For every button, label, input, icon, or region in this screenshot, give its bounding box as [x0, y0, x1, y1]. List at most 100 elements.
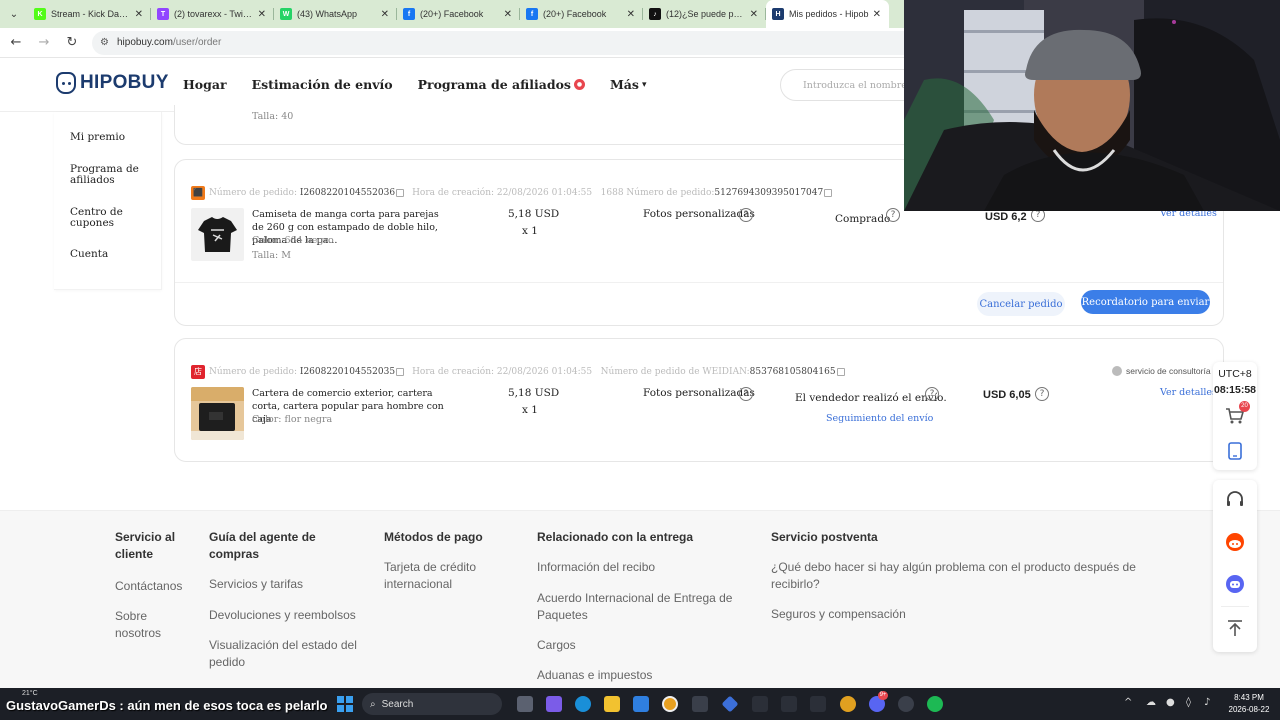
tab-search-chevron-icon[interactable]: ⌄	[0, 0, 28, 28]
nav-more[interactable]: Más ▾	[610, 77, 647, 92]
back-arrow-icon[interactable]: ←	[4, 31, 28, 55]
spotify-icon[interactable]	[927, 696, 943, 712]
browser-tab[interactable]: ♪ (12)¿Se puede perde ✕	[643, 0, 766, 28]
copy-icon[interactable]	[824, 189, 833, 197]
footer-link[interactable]: Cargos	[537, 637, 737, 654]
app-icon[interactable]	[840, 696, 856, 712]
tab-favicon-icon: ♪	[649, 8, 661, 20]
edge-icon[interactable]	[575, 696, 591, 712]
footer-link[interactable]: Tarjeta de crédito internacional	[384, 559, 504, 593]
footer-link[interactable]: Sobre nosotros	[115, 608, 195, 642]
tool-icon[interactable]	[781, 696, 797, 712]
microphone-icon[interactable]: ●	[1166, 697, 1175, 708]
mobile-app-button[interactable]	[1213, 440, 1257, 462]
back-to-top-button[interactable]	[1213, 616, 1257, 640]
help-icon[interactable]: ?	[1035, 387, 1049, 401]
sidebar-item-account[interactable]: Cuenta	[70, 249, 150, 260]
file-explorer-icon[interactable]	[604, 696, 620, 712]
sidebar-item-prizes[interactable]: Mi premio	[70, 132, 150, 143]
site-settings-icon[interactable]: ⚙	[100, 37, 109, 48]
hot-badge-icon: ●	[573, 79, 585, 90]
main-nav: Hogar Estimación de envío Programa de af…	[183, 77, 671, 92]
network-icon[interactable]: ◊	[1186, 697, 1191, 708]
order-status: Comprado	[835, 213, 891, 225]
tab-close-icon[interactable]: ✕	[258, 9, 266, 20]
url-field[interactable]: ⚙ hipobuy.com/user/order	[92, 30, 952, 55]
stream-chat-overlay: GustavoGamerDs : aún men de esos toca es…	[6, 698, 328, 713]
forward-arrow-icon[interactable]: →	[32, 31, 56, 55]
tab-close-icon[interactable]: ✕	[627, 9, 635, 20]
tab-close-icon[interactable]: ✕	[750, 9, 758, 20]
outlook-icon[interactable]	[633, 696, 649, 712]
sidebar-item-affiliate[interactable]: Programa de afiliados	[70, 164, 150, 186]
cloud-icon[interactable]: ☁	[1146, 697, 1156, 708]
volume-icon[interactable]: ♪	[1204, 697, 1210, 708]
tab-close-icon[interactable]: ✕	[504, 9, 512, 20]
browser-tab[interactable]: f (20+) Facebook ✕	[520, 0, 643, 28]
apps-grid-icon[interactable]	[752, 696, 768, 712]
nav-shipping-estimate[interactable]: Estimación de envío	[252, 77, 393, 92]
footer-link[interactable]: Información del recibo	[537, 559, 737, 576]
tracking-link[interactable]: Seguimiento del envío	[826, 413, 933, 424]
nav-home[interactable]: Hogar	[183, 77, 227, 92]
browser-tab[interactable]: W (43) WhatsApp ✕	[274, 0, 397, 28]
weather-widget[interactable]: 21°C	[22, 690, 38, 697]
discord-taskbar-icon[interactable]: 9+	[869, 691, 888, 712]
footer-link[interactable]: Contáctanos	[115, 578, 195, 595]
tab-close-icon[interactable]: ✕	[381, 9, 389, 20]
cart-button[interactable]: 20	[1213, 401, 1257, 428]
footer-link[interactable]: Acuerdo Internacional de Entrega de Paqu…	[537, 590, 737, 624]
taskbar-search[interactable]: ⌕ Search	[362, 693, 502, 715]
copy-icon[interactable]	[836, 368, 845, 376]
help-icon[interactable]: ?	[886, 208, 900, 222]
task-view-icon[interactable]	[517, 696, 533, 712]
footer-col-delivery: Relacionado con la entrega Información d…	[537, 529, 737, 684]
help-icon[interactable]: ?	[739, 208, 753, 222]
view-details-link[interactable]: Ver detalles	[1160, 387, 1217, 398]
store-icon[interactable]	[692, 696, 708, 712]
footer-link[interactable]: Visualización del estado del pedido	[209, 637, 369, 671]
browser-tab[interactable]: K Stream - Kick Dashbo ✕	[28, 0, 151, 28]
product-thumbnail[interactable]	[191, 208, 244, 261]
order-meta: ⬛ Número de pedido: I2608220104552036 Ho…	[191, 186, 840, 200]
footer-link[interactable]: Aduanas e impuestos	[537, 667, 737, 684]
help-icon[interactable]: ?	[739, 387, 753, 401]
copy-icon[interactable]	[396, 368, 405, 376]
browser-tab[interactable]: H Mis pedidos - Hipob ✕	[766, 0, 889, 28]
system-clock[interactable]: 8:43 PM 2026-08-22	[1222, 692, 1276, 716]
reload-icon[interactable]: ↻	[60, 31, 84, 55]
created-time: 22/08/2026 01:04:55	[496, 367, 593, 377]
footer-heading: Guía del agente de compras	[209, 530, 316, 561]
app-icon[interactable]	[810, 696, 826, 712]
windows-start-icon[interactable]	[337, 696, 353, 712]
footer-link[interactable]: Servicios y tarifas	[209, 576, 369, 593]
sidebar-item-coupons[interactable]: Centro de cupones	[70, 207, 150, 229]
footer-col-support: Servicio al cliente Contáctanos Sobre no…	[115, 529, 195, 642]
divider	[1221, 606, 1249, 607]
ship-reminder-button[interactable]: Recordatorio para enviar	[1081, 290, 1210, 314]
footer-link[interactable]: ¿Qué debo hacer si hay algún problema co…	[771, 559, 1141, 593]
product-thumbnail[interactable]	[191, 387, 244, 440]
support-button[interactable]	[1213, 488, 1257, 512]
app-icon[interactable]	[721, 695, 739, 713]
chrome-icon[interactable]	[662, 696, 678, 712]
copy-icon[interactable]	[396, 189, 405, 197]
footer-link[interactable]: Seguros y compensación	[771, 606, 1141, 623]
consult-service[interactable]: servicio de consultoría	[1112, 366, 1211, 376]
hipobuy-logo[interactable]: HIPOBUY	[56, 72, 169, 94]
help-icon[interactable]: ?	[925, 387, 939, 401]
browser-tab[interactable]: f (20+) Facebook ✕	[397, 0, 520, 28]
tab-close-icon[interactable]: ✕	[873, 9, 881, 20]
floating-toolbar-top: UTC+8 08:15:58 20	[1213, 362, 1257, 470]
nav-affiliate[interactable]: Programa de afiliados ●	[418, 77, 585, 92]
browser-tab[interactable]: T (2) tovarexx - Twitch ✕	[151, 0, 274, 28]
footer-link[interactable]: Devoluciones y reembolsos	[209, 607, 369, 624]
copilot-icon[interactable]	[546, 696, 562, 712]
discord-button[interactable]	[1213, 572, 1257, 596]
reddit-icon	[1226, 533, 1244, 551]
tab-close-icon[interactable]: ✕	[135, 9, 143, 20]
tray-chevron-icon[interactable]: ^	[1124, 697, 1132, 708]
obs-icon[interactable]	[898, 696, 914, 712]
cancel-order-button[interactable]: Cancelar pedido	[977, 292, 1065, 316]
reddit-button[interactable]	[1213, 530, 1257, 554]
